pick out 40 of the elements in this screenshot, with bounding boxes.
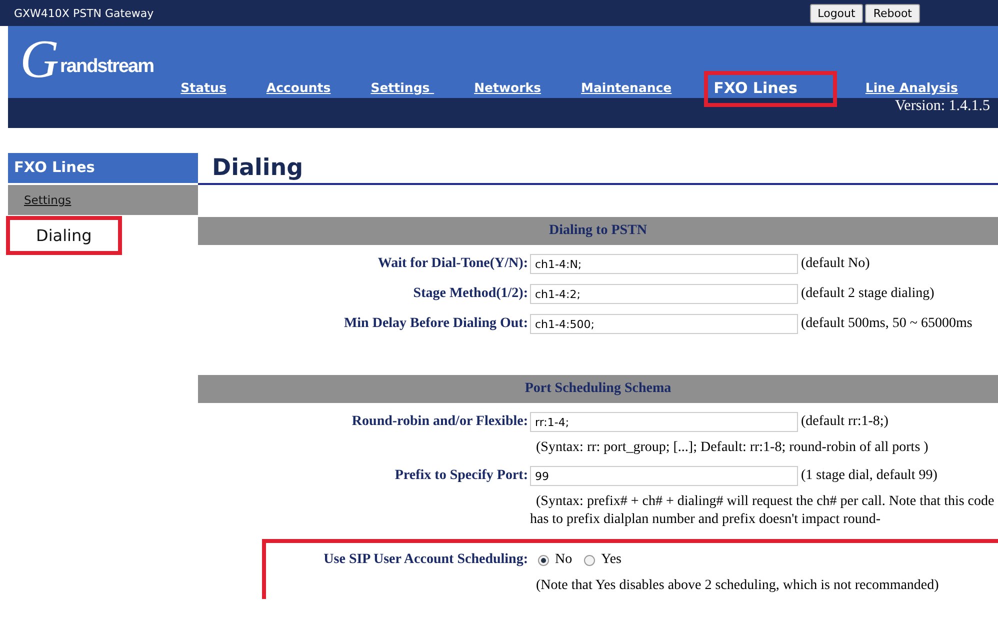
hint-text: (default 2 stage dialing) — [801, 286, 934, 302]
input-field[interactable]: ch1-4:2; — [530, 284, 798, 304]
input-field[interactable]: ch1-4:500; — [530, 314, 798, 334]
note-text: (Syntax: rr: port_group; [...]; Default: rr:1-8; round-robin of all ports ) — [535, 439, 930, 457]
version-text: Version: 1.4.1.5 — [895, 98, 990, 116]
header-button[interactable]: Logout — [810, 4, 864, 22]
hint-text: (default 500ms, 50 ~ 65000ms — [801, 316, 972, 332]
section-header: Port Scheduling Schema — [198, 375, 998, 403]
nav-link[interactable]: Maintenance — [581, 80, 672, 95]
input-field[interactable]: 99 — [530, 466, 798, 486]
page-title: Dialing — [198, 153, 998, 185]
nav-link[interactable]: Line Analysis — [865, 80, 958, 95]
sidebar-title: FXO Lines — [8, 153, 198, 185]
field-label: Use SIP User Account Scheduling: — [322, 552, 528, 568]
note-text: (Note that Yes disables above 2 scheduling, which is not recommanded) — [535, 577, 940, 595]
nav-link[interactable]: Status — [180, 80, 226, 95]
radio-label[interactable]: Yes — [601, 552, 622, 568]
window-title: GXW410X PSTN Gateway — [14, 6, 155, 20]
nav-link[interactable]: Accounts — [266, 80, 331, 95]
input-field[interactable]: ch1-4:N; — [530, 254, 798, 274]
field-label: Prefix to Specify Port: — [394, 468, 528, 484]
field-label: Wait for Dial-Tone(Y/N): — [376, 256, 528, 272]
field-label: Stage Method(1/2): — [412, 286, 528, 302]
header-button[interactable]: Reboot — [865, 4, 920, 22]
nav-link[interactable]: Networks — [474, 80, 542, 95]
field-label: Round-robin and/or Flexible: — [350, 414, 528, 430]
logo: Grandstream — [20, 32, 154, 91]
note-text: (Syntax: prefix# + ch# + dialing# will request the ch# per call. Note that this code has to prefix dialplan number and prefix doesn't impact round- — [530, 493, 995, 529]
radio-label[interactable]: No — [555, 552, 572, 568]
hint-text: (default rr:1-8;) — [801, 414, 888, 430]
radio-button[interactable] — [584, 554, 596, 566]
nav-link[interactable]: Settings — [370, 80, 434, 95]
sidebar-item[interactable]: Settings — [8, 185, 198, 215]
input-field[interactable]: rr:1-4; — [530, 412, 798, 432]
section-header: Dialing to PSTN — [198, 217, 998, 245]
nav-link[interactable]: FXO Lines — [714, 79, 798, 97]
hint-text: (default No) — [801, 256, 870, 272]
field-label: Min Delay Before Dialing Out: — [342, 316, 528, 332]
hint-text: (1 stage dial, default 99) — [801, 468, 938, 484]
radio-button[interactable] — [538, 554, 549, 566]
